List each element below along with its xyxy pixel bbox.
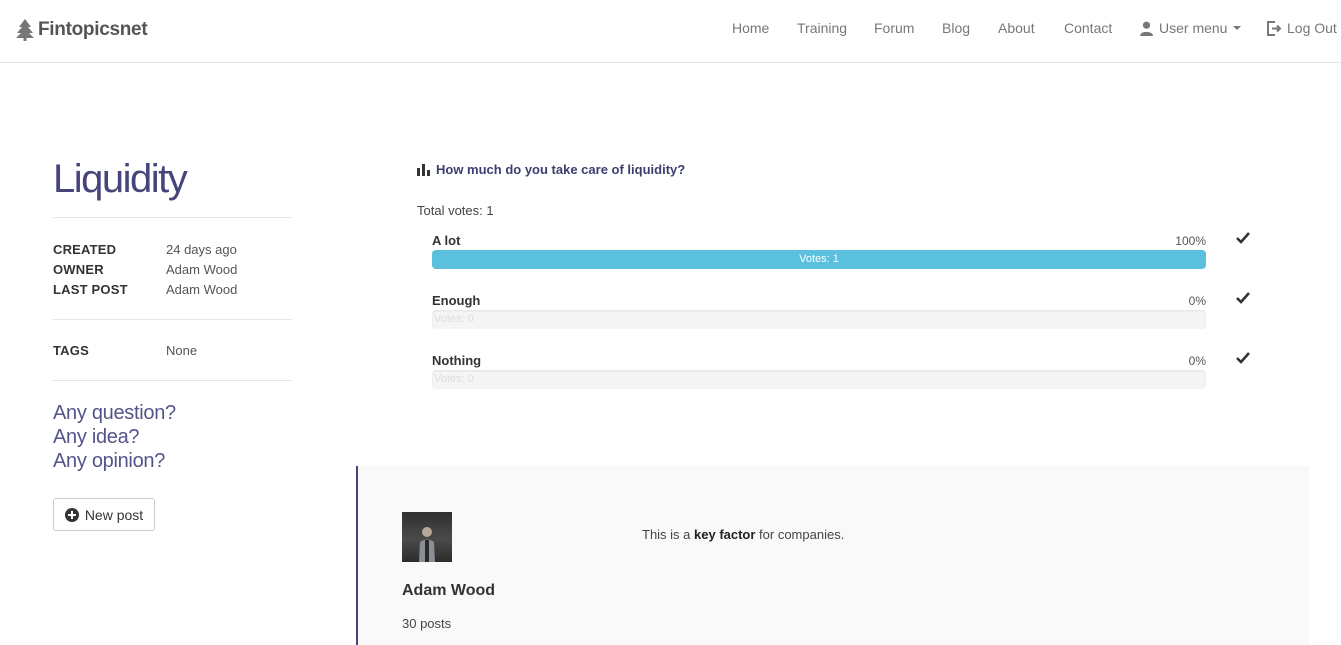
avatar[interactable] — [402, 512, 452, 562]
post-author-name[interactable]: Adam Wood — [402, 582, 495, 600]
poll-option-percent: 100% — [1175, 234, 1206, 248]
cta-opinion: Any opinion? — [53, 450, 166, 472]
poll-option-bar-fill: Votes: 1 — [432, 250, 1206, 269]
nav-blog[interactable]: Blog — [942, 20, 970, 36]
meta-last-post-key: LAST POST — [53, 282, 128, 297]
poll-option-bar-fill: Votes: 0 — [434, 373, 474, 385]
person-photo-icon — [419, 527, 435, 562]
nav-home[interactable]: Home — [732, 20, 769, 36]
user-icon — [1140, 21, 1153, 36]
poll-option-label: Enough — [432, 293, 481, 308]
post-author-count: 30 posts — [402, 616, 452, 631]
cta-idea: Any idea? — [53, 426, 140, 448]
poll-option-bar: Votes: 1 — [432, 250, 1206, 269]
user-menu-label: User menu — [1159, 20, 1228, 36]
caret-down-icon — [1233, 26, 1242, 30]
poll-total-votes: Total votes: 1 — [417, 203, 494, 218]
post-text: for companies. — [755, 527, 845, 542]
vote-check-icon[interactable] — [1236, 352, 1250, 364]
tags-key: TAGS — [53, 343, 89, 358]
divider — [53, 217, 292, 218]
vote-check-icon[interactable] — [1236, 292, 1250, 304]
logout-label: Log Out — [1287, 20, 1337, 36]
brand-logo[interactable]: Fintopicsnet — [16, 19, 148, 41]
navbar: Fintopicsnet Home Training Forum Blog Ab… — [0, 0, 1341, 63]
user-menu-dropdown[interactable]: User menu — [1139, 20, 1242, 36]
meta-owner-value: Adam Wood — [166, 262, 238, 277]
poll-option-percent: 0% — [1188, 294, 1206, 308]
plus-circle-icon — [64, 507, 79, 522]
meta-last-post-value: Adam Wood — [166, 282, 238, 297]
meta-created-key: CREATED — [53, 242, 117, 257]
page-title: Liquidity — [53, 157, 188, 201]
logout-icon — [1267, 20, 1282, 36]
poll-option-label: A lot — [432, 233, 461, 248]
new-post-button[interactable]: New post — [53, 498, 155, 531]
brand-name: Fintopicsnet — [38, 19, 148, 40]
nav-forum[interactable]: Forum — [874, 20, 914, 36]
poll-question: How much do you take care of liquidity? — [417, 162, 685, 177]
divider — [53, 319, 292, 320]
poll-option-bar-fill: Votes: 0 — [434, 313, 474, 325]
nav-about[interactable]: About — [998, 20, 1035, 36]
tags-value: None — [166, 343, 198, 358]
divider — [53, 380, 292, 381]
nav-contact[interactable]: Contact — [1064, 20, 1112, 36]
poll-question-text: How much do you take care of liquidity? — [436, 162, 686, 177]
nav-training[interactable]: Training — [797, 20, 847, 36]
poll-option-bar: Votes: 0 — [432, 370, 1206, 389]
poll-option-label: Nothing — [432, 353, 482, 368]
new-post-label: New post — [84, 506, 144, 523]
logout-link[interactable]: Log Out — [1266, 20, 1337, 36]
cta-question: Any question? — [53, 402, 176, 424]
post-text-bold: key factor — [694, 527, 756, 542]
poll-option-percent: 0% — [1188, 354, 1206, 368]
meta-created-value: 24 days ago — [166, 242, 237, 257]
vote-check-icon[interactable] — [1236, 232, 1250, 244]
post-body: This is a key factor for companies. — [642, 527, 844, 542]
post-text: This is a — [642, 527, 695, 542]
post-card: Adam Wood 30 posts This is a key factor … — [356, 466, 1309, 645]
meta-owner-key: OWNER — [53, 262, 104, 277]
tree-icon — [16, 19, 34, 41]
bar-chart-icon — [417, 163, 430, 176]
poll-option-bar: Votes: 0 — [432, 310, 1206, 329]
